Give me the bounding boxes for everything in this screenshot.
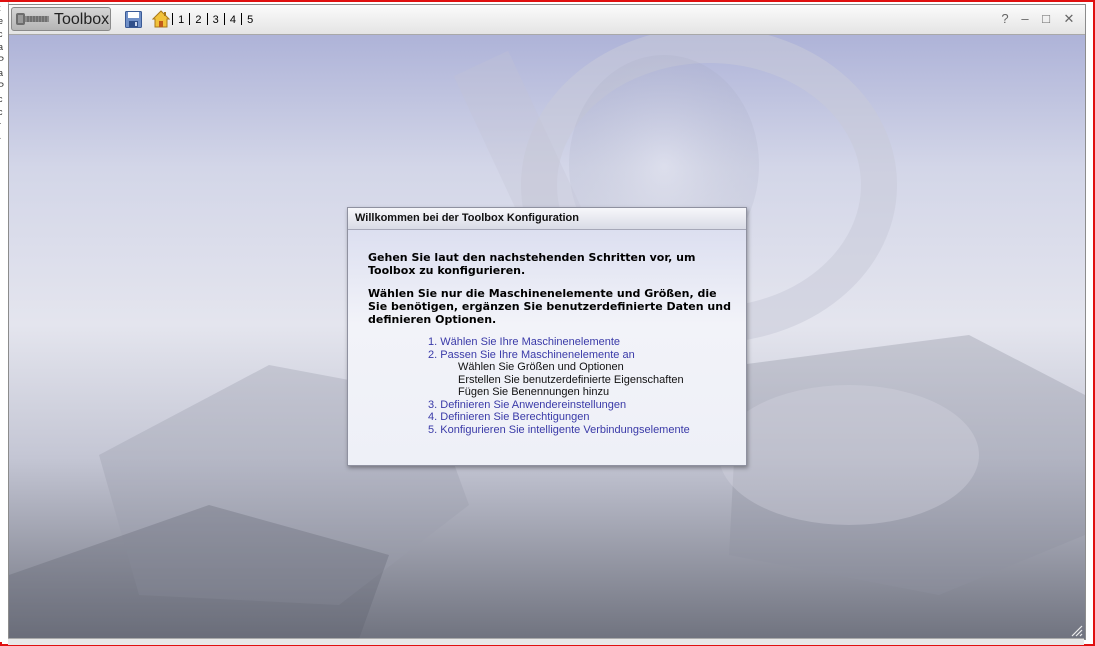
step-number: 2. [428,348,438,361]
step-substeps: Wählen Sie Größen und Optionen Erstellen… [428,361,690,399]
step-item: 1. Wählen Sie Ihre Maschinenelemente [428,336,690,349]
strip-char: r [0,119,8,132]
strip-char: - [0,132,8,145]
save-icon[interactable] [125,11,142,28]
maximize-icon[interactable]: □ [1038,11,1054,26]
strip-char: t [0,2,8,15]
step-number: 4. [428,411,438,423]
step-number: 1. [428,336,438,348]
page-separator [172,13,173,25]
dialog-instruction-text: Wählen Sie nur die Maschinenelemente und… [368,287,731,326]
strip-char: P [0,54,8,67]
page-link-3[interactable]: 3 [211,14,221,26]
strip-char: P [0,80,8,93]
step-link-user-settings[interactable]: Definieren Sie Anwendereinstellungen [440,399,626,411]
toolbox-tab[interactable]: Toolbox [11,7,111,31]
step-item: 4. Definieren Sie Berechtigungen [428,411,690,424]
step-link-customize-elements[interactable]: Passen Sie Ihre Maschinenelemente an [440,349,634,361]
step-link-permissions[interactable]: Definieren Sie Berechtigungen [440,411,589,423]
step-number: 3. [428,398,438,411]
dialog-body: Gehen Sie laut den nachstehenden Schritt… [348,230,746,465]
substep-text: Fügen Sie Benennungen hinzu [458,386,610,398]
title-bar: Toolbox 1 2 3 4 5 ? – □ ✕ [9,5,1085,35]
page-separator [223,13,225,25]
page-separator [189,13,191,25]
strip-char: a [0,41,8,54]
strip-char: c [0,28,8,41]
strip-char: a [0,67,8,80]
step-link-smart-fasteners[interactable]: Konfigurieren Sie intelligente Verbindun… [440,424,690,436]
strip-char: c [0,106,8,119]
dialog-intro-text: Gehen Sie laut den nachstehenden Schritt… [368,251,696,277]
step-link-select-elements[interactable]: Wählen Sie Ihre Maschinenelemente [440,336,620,348]
strip-char: e [0,15,8,28]
page-separator [241,13,242,25]
step-item: 5. Konfigurieren Sie intelligente Verbin… [428,424,690,437]
substep-text: Erstellen Sie benutzerdefinierte Eigensc… [458,373,684,386]
toolbox-tab-label: Toolbox [54,11,110,28]
step-number: 5. [428,423,438,436]
close-icon[interactable]: ✕ [1061,11,1077,27]
help-icon[interactable]: ? [997,11,1013,26]
home-icon[interactable] [152,10,170,28]
toolbox-window: Toolbox 1 2 3 4 5 ? – □ ✕ Willkommen bei… [8,4,1086,640]
page-link-2[interactable]: 2 [193,14,203,26]
bolt-icon [16,13,49,25]
substep-text: Wählen Sie Größen und Optionen [458,361,624,373]
setup-steps-list: 1. Wählen Sie Ihre Maschinenelemente 2. … [428,336,690,436]
strip-char: c [0,93,8,106]
minimize-icon[interactable]: – [1017,11,1033,26]
resize-grip-icon[interactable] [1071,625,1083,637]
step-item: 3. Definieren Sie Anwendereinstellungen [428,399,690,412]
dialog-title: Willkommen bei der Toolbox Konfiguration [348,208,746,230]
page-link-1[interactable]: 1 [176,14,186,26]
status-strip [8,638,1084,645]
page-separator [206,13,208,25]
welcome-dialog: Willkommen bei der Toolbox Konfiguration… [347,207,747,466]
page-links: 1 2 3 4 5 [172,13,255,26]
page-link-5[interactable]: 5 [245,14,255,26]
step-item: 2. Passen Sie Ihre Maschinenelemente an … [428,349,690,399]
content-area: Willkommen bei der Toolbox Konfiguration… [9,35,1085,639]
page-link-4[interactable]: 4 [228,14,238,26]
